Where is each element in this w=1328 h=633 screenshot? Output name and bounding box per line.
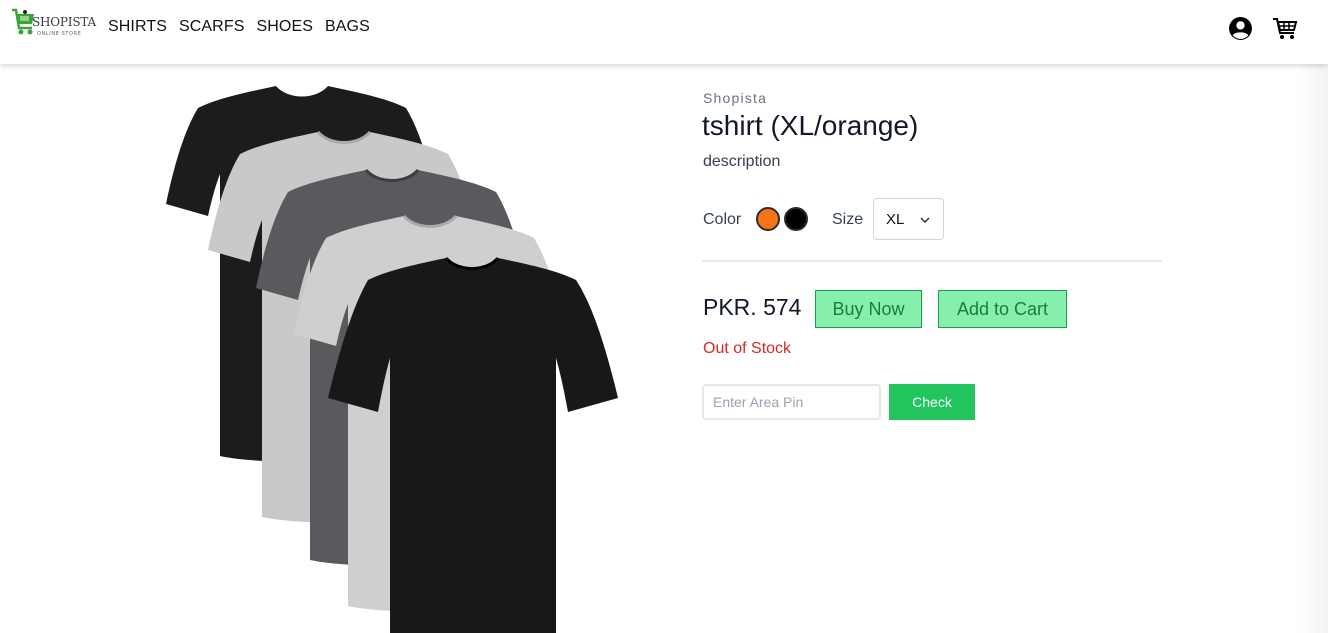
- product-brand: Shopista: [703, 90, 768, 106]
- nav-shirts[interactable]: SHIRTS: [108, 18, 167, 36]
- main-nav: SHIRTS SCARFS SHOES BAGS: [108, 18, 370, 36]
- product-price: PKR. 574: [703, 294, 802, 320]
- size-label: Size: [832, 211, 864, 228]
- add-to-cart-button[interactable]: Add to Cart: [938, 290, 1067, 328]
- shopista-logo[interactable]: SHOPISTA ONLINE STORE: [10, 6, 96, 40]
- logo-text: SHOPISTA: [32, 15, 96, 29]
- color-label: Color: [703, 211, 742, 228]
- top-navbar: SHOPISTA ONLINE STORE SHIRTS SCARFS SHOE…: [0, 0, 1328, 64]
- nav-shoes[interactable]: SHOES: [256, 18, 313, 36]
- product-image: [166, 86, 618, 633]
- color-swatch-black[interactable]: [784, 207, 808, 231]
- color-swatch-orange[interactable]: [756, 207, 780, 231]
- logo-subtext: ONLINE STORE: [37, 31, 82, 37]
- shopping-cart-icon[interactable]: [1272, 16, 1298, 42]
- details-divider: [702, 260, 1162, 262]
- scrollbar-track: [1298, 64, 1328, 633]
- size-select[interactable]: XL: [873, 198, 944, 240]
- product-page: SHOPISTA ONLINE STORE SHIRTS SCARFS SHOE…: [0, 0, 1328, 633]
- nav-scarfs[interactable]: SCARFS: [179, 18, 245, 36]
- product-title: tshirt (XL/orange): [702, 110, 919, 141]
- buy-now-button[interactable]: Buy Now: [815, 290, 922, 328]
- stock-status: Out of Stock: [703, 340, 792, 357]
- product-description: description: [703, 153, 781, 170]
- area-pin-input[interactable]: [702, 384, 881, 420]
- check-pin-button[interactable]: Check: [889, 384, 975, 420]
- account-circle-icon[interactable]: [1228, 16, 1253, 41]
- chevron-down-icon: [920, 217, 930, 224]
- size-select-value: XL: [886, 211, 905, 228]
- nav-bags[interactable]: BAGS: [325, 18, 370, 36]
